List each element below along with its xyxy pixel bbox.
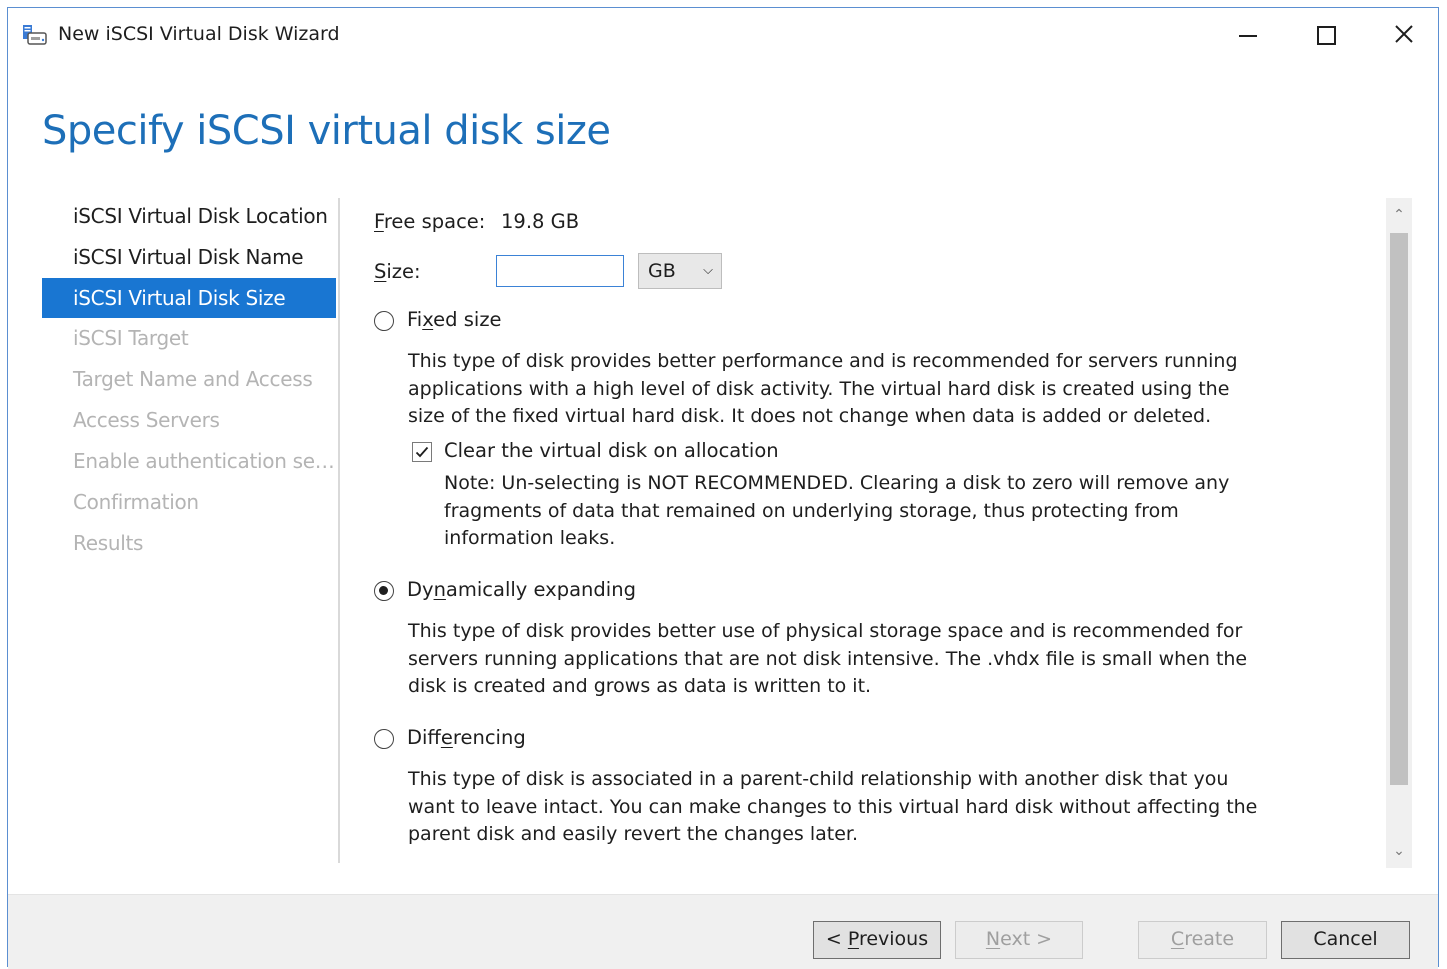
dynamically-expanding-description: This type of disk provides better use of… — [408, 620, 1248, 697]
nav-item-disk-name[interactable]: iSCSI Virtual Disk Name — [42, 237, 336, 278]
vertical-scrollbar[interactable]: ⌃ ⌄ — [1386, 198, 1412, 868]
dynamically-expanding-label[interactable]: Dynamically expanding — [407, 578, 636, 601]
size-input[interactable] — [496, 255, 624, 287]
scroll-up-icon[interactable]: ⌃ — [1386, 202, 1412, 228]
maximize-button[interactable] — [1304, 14, 1348, 54]
title-bar: New iSCSI Virtual Disk Wizard — [8, 8, 1438, 58]
nav-item-target-name-access: Target Name and Access — [73, 367, 313, 391]
content-panel: Free space: 19.8 GB Size: GB ⌵ Fixed siz… — [374, 198, 1384, 858]
free-space-label: Free space: — [374, 210, 486, 233]
nav-item-iscsi-target: iSCSI Target — [73, 326, 189, 350]
cancel-button[interactable]: Cancel — [1281, 921, 1410, 959]
nav-item-access-servers: Access Servers — [73, 408, 220, 432]
size-unit-dropdown[interactable]: GB ⌵ — [638, 253, 722, 289]
size-label: Size: — [374, 260, 421, 283]
wizard-window: New iSCSI Virtual Disk Wizard Specify iS… — [7, 7, 1439, 969]
fixed-size-radio[interactable] — [374, 311, 394, 331]
chevron-down-icon: ⌵ — [703, 263, 713, 278]
nav-item-results: Results — [73, 531, 144, 555]
clear-disk-note: Note: Un-selecting is NOT RECOMMENDED. C… — [444, 472, 1230, 549]
nav-item-disk-size[interactable]: iSCSI Virtual Disk Size — [42, 278, 336, 318]
differencing-radio[interactable] — [374, 729, 394, 749]
scrollbar-thumb[interactable] — [1390, 233, 1408, 785]
previous-button[interactable]: < Previous — [813, 921, 941, 959]
button-bar: < Previous Next > Create Cancel — [8, 894, 1438, 969]
differencing-label[interactable]: Differencing — [407, 726, 526, 749]
close-button[interactable] — [1382, 14, 1426, 54]
scroll-down-icon[interactable]: ⌄ — [1386, 838, 1412, 864]
create-button[interactable]: Create — [1138, 921, 1267, 959]
nav-item-disk-location[interactable]: iSCSI Virtual Disk Location — [42, 196, 336, 237]
nav-divider — [338, 198, 340, 863]
window-title: New iSCSI Virtual Disk Wizard — [58, 23, 340, 45]
clear-disk-checkbox[interactable] — [412, 442, 432, 462]
differencing-description: This type of disk is associated in a par… — [408, 768, 1258, 845]
dynamically-expanding-radio[interactable] — [374, 581, 394, 601]
clear-disk-label[interactable]: Clear the virtual disk on allocation — [444, 439, 779, 462]
fixed-size-description: This type of disk provides better perfor… — [408, 350, 1238, 427]
nav-item-enable-authentication: Enable authentication ser... — [73, 449, 336, 473]
iscsi-disk-app-icon — [22, 24, 48, 46]
minimize-button[interactable] — [1226, 14, 1270, 54]
free-space-value: 19.8 GB — [501, 210, 580, 233]
close-icon — [1395, 25, 1413, 43]
fixed-size-label[interactable]: Fixed size — [407, 308, 502, 331]
size-unit-value: GB — [648, 260, 676, 282]
checkmark-icon — [415, 446, 429, 458]
wizard-steps-nav: iSCSI Virtual Disk Location iSCSI Virtua… — [42, 196, 336, 564]
next-button[interactable]: Next > — [955, 921, 1083, 959]
page-title: Specify iSCSI virtual disk size — [42, 108, 611, 154]
nav-item-confirmation: Confirmation — [73, 490, 199, 514]
